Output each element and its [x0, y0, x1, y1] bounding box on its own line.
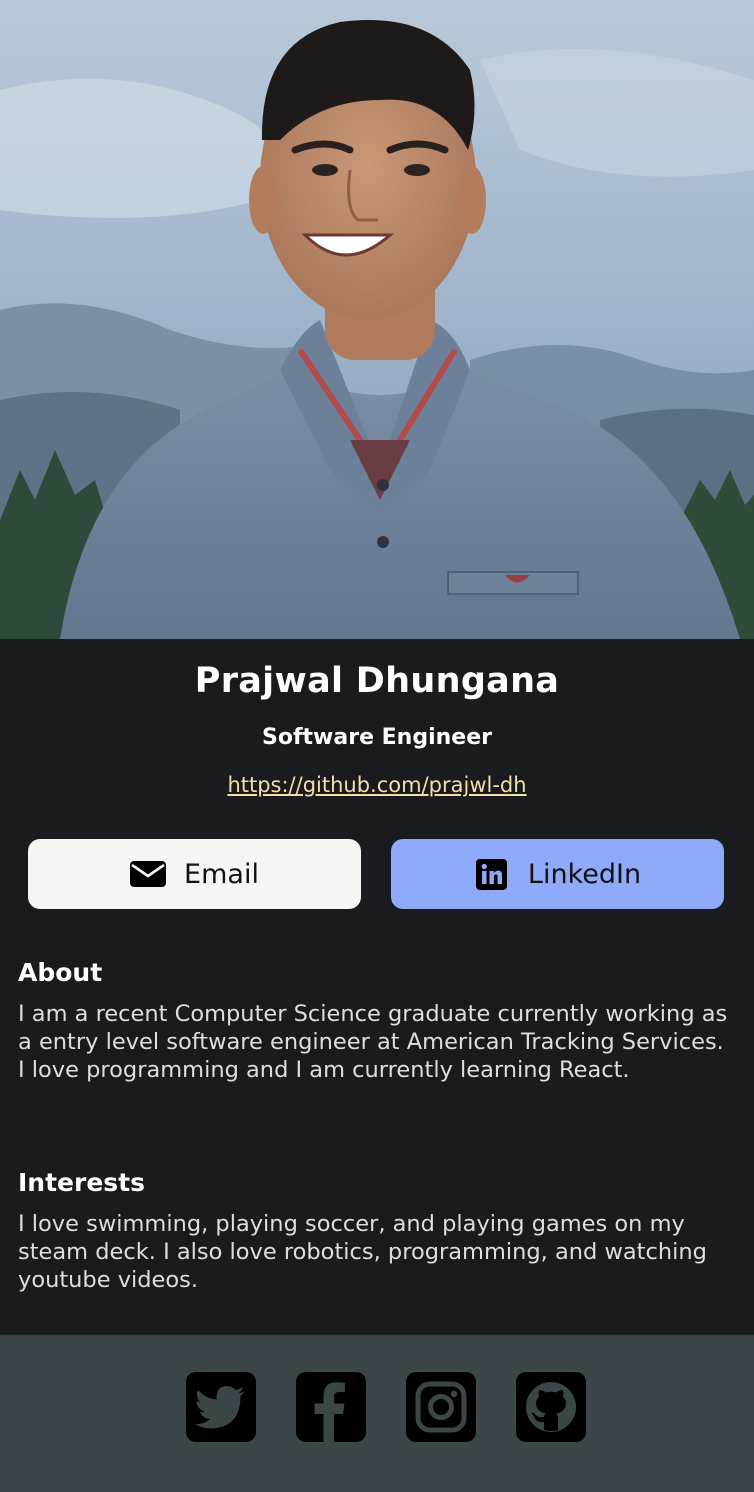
linkedin-button[interactable]: LinkedIn: [391, 839, 724, 909]
social-footer: [0, 1335, 754, 1492]
twitter-icon[interactable]: [186, 1372, 256, 1442]
profile-link-row: https://github.com/prajwl-dh: [0, 769, 754, 803]
profile-role: Software Engineer: [262, 725, 492, 750]
email-button-label: Email: [184, 858, 259, 890]
facebook-icon[interactable]: [296, 1372, 366, 1442]
interests-text: I love swimming, playing soccer, and pla…: [18, 1211, 707, 1293]
linkedin-button-label: LinkedIn: [527, 858, 642, 890]
instagram-icon[interactable]: [406, 1372, 476, 1442]
profile-link[interactable]: https://github.com/prajwl-dh: [227, 773, 526, 797]
profile-photo: [0, 0, 754, 639]
profile-card: Prajwal Dhungana Software Engineer https…: [0, 0, 754, 1492]
about-text: I am a recent Computer Science graduate …: [18, 1001, 728, 1083]
profile-name: Prajwal Dhungana: [194, 661, 560, 701]
interests-heading: Interests: [18, 1168, 146, 1197]
linkedin-icon: [474, 856, 510, 892]
envelope-icon: [130, 856, 167, 892]
github-icon[interactable]: [516, 1372, 586, 1442]
email-button[interactable]: Email: [28, 839, 361, 909]
about-heading: About: [18, 958, 103, 987]
